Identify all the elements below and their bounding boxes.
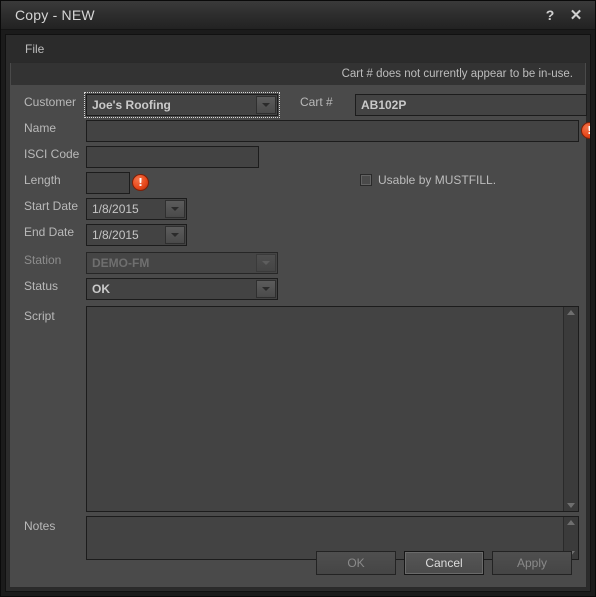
cart-value: AB102P xyxy=(361,98,407,112)
chevron-down-icon xyxy=(262,287,270,291)
name-error-icon[interactable]: ! xyxy=(581,122,590,139)
station-row: Station xyxy=(24,253,61,267)
help-icon[interactable]: ? xyxy=(537,3,563,27)
station-value: DEMO-FM xyxy=(92,256,150,270)
copy-form: Customer Joe's Roofing Cart # AB102P Nam… xyxy=(10,85,590,587)
start-date-dropdown-button[interactable] xyxy=(165,200,185,218)
start-date-picker[interactable]: 1/8/2015 xyxy=(86,198,187,220)
chevron-down-icon xyxy=(262,261,270,265)
ok-button[interactable]: OK xyxy=(316,551,396,575)
length-input[interactable] xyxy=(86,172,130,194)
isci-row: ISCI Code xyxy=(24,147,79,161)
scroll-up-icon[interactable] xyxy=(567,310,575,315)
customer-dropdown-button[interactable] xyxy=(256,96,276,114)
start-date-value: 1/8/2015 xyxy=(92,202,139,216)
isci-input[interactable] xyxy=(86,146,259,168)
window-title: Copy - NEW xyxy=(15,7,95,23)
notes-label: Notes xyxy=(24,519,56,533)
length-row: Length xyxy=(24,173,61,187)
isci-label: ISCI Code xyxy=(24,147,80,161)
chevron-down-icon xyxy=(171,207,179,211)
cart-input[interactable]: AB102P xyxy=(355,94,587,116)
status-value: OK xyxy=(92,282,110,296)
mustfill-checkbox[interactable] xyxy=(360,174,372,186)
window-client-area: File Cart # does not currently appear to… xyxy=(5,34,591,592)
menu-bar: File xyxy=(6,35,590,62)
name-label: Name xyxy=(24,121,57,135)
name-input[interactable] xyxy=(86,120,579,142)
status-label: Status xyxy=(24,279,59,293)
start-date-row: Start Date xyxy=(24,199,78,213)
chevron-down-icon xyxy=(171,233,179,237)
cart-row: Cart # xyxy=(300,95,333,109)
station-dropdown-button xyxy=(256,254,276,272)
script-scrollbar[interactable] xyxy=(563,307,578,511)
scroll-up-icon[interactable] xyxy=(567,520,575,525)
close-icon[interactable]: ✕ xyxy=(563,3,589,27)
customer-value: Joe's Roofing xyxy=(92,98,171,112)
cart-status-text: Cart # does not currently appear to be i… xyxy=(341,68,573,80)
station-combobox: DEMO-FM xyxy=(86,252,278,274)
script-textarea-wrap xyxy=(86,306,579,512)
chevron-down-icon xyxy=(262,103,270,107)
script-label: Script xyxy=(24,309,55,323)
end-date-dropdown-button[interactable] xyxy=(165,226,185,244)
end-date-label: End Date xyxy=(24,225,75,239)
menu-item-file[interactable]: File xyxy=(18,39,51,59)
form-panel: Cart # does not currently appear to be i… xyxy=(9,62,590,588)
status-row: Status xyxy=(24,279,58,293)
title-bar: Copy - NEW ? ✕ xyxy=(1,1,595,30)
cart-label: Cart # xyxy=(300,95,333,109)
copy-dialog-window: Copy - NEW ? ✕ File Cart # does not curr… xyxy=(0,0,596,597)
customer-combobox[interactable]: Joe's Roofing xyxy=(84,92,280,118)
name-row: Name xyxy=(24,121,56,135)
scroll-down-icon[interactable] xyxy=(567,503,575,508)
length-label: Length xyxy=(24,173,61,187)
customer-label: Customer xyxy=(24,95,77,109)
script-row: Script xyxy=(24,309,55,323)
customer-row: Customer xyxy=(24,95,86,109)
cancel-button[interactable]: Cancel xyxy=(404,551,484,575)
status-combobox[interactable]: OK xyxy=(86,278,278,300)
apply-button[interactable]: Apply xyxy=(492,551,572,575)
cart-status-notice: Cart # does not currently appear to be i… xyxy=(11,63,585,85)
start-date-label: Start Date xyxy=(24,199,79,213)
script-textarea[interactable] xyxy=(87,307,563,511)
end-date-row: End Date xyxy=(24,225,74,239)
station-label: Station xyxy=(24,253,62,267)
status-dropdown-button[interactable] xyxy=(256,280,276,298)
length-error-icon[interactable]: ! xyxy=(132,174,149,191)
notes-row: Notes xyxy=(24,519,55,533)
end-date-value: 1/8/2015 xyxy=(92,228,139,242)
mustfill-label: Usable by MUSTFILL. xyxy=(378,173,497,187)
mustfill-checkbox-row[interactable]: Usable by MUSTFILL. xyxy=(360,173,496,187)
dialog-button-row: OK Cancel Apply xyxy=(316,551,572,575)
end-date-picker[interactable]: 1/8/2015 xyxy=(86,224,187,246)
